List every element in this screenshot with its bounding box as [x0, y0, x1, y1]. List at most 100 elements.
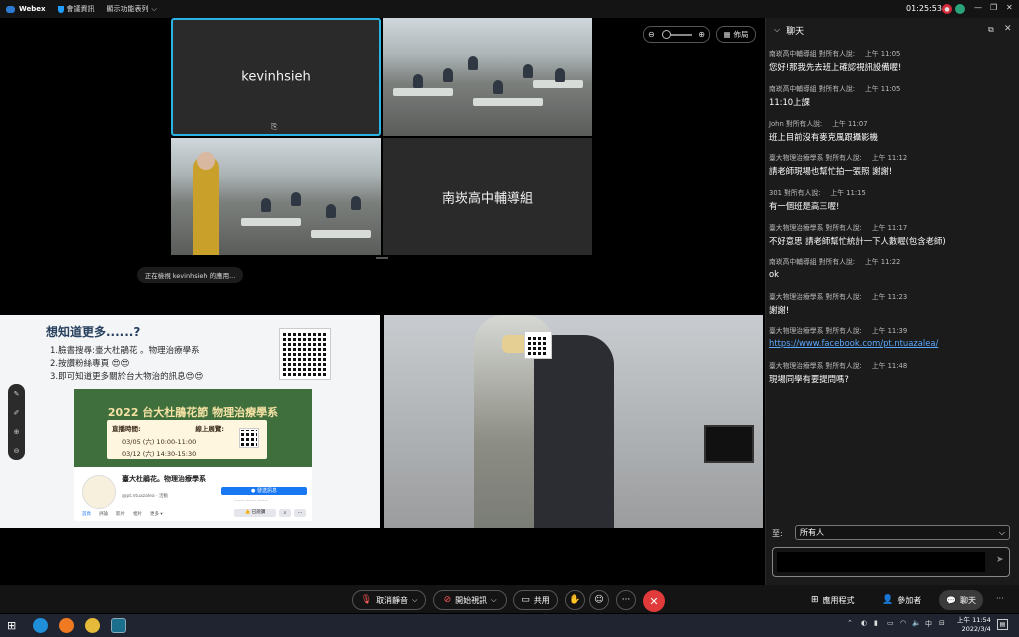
chat-bubble-icon: 💬	[946, 595, 956, 605]
tray-app-icon[interactable]: ◐	[861, 619, 867, 627]
chat-message: 臺大物理治療學系 對所有人說: 上午 11:23 謝謝!	[769, 293, 908, 315]
shield-icon	[57, 5, 64, 13]
view-menu-button[interactable]: 顯示功能表列 ⌵	[107, 4, 157, 14]
fb-handle: @pt.ntuazalea · 活動	[122, 494, 168, 499]
reactions-icon[interactable]: ☺	[589, 590, 609, 610]
minimize-icon[interactable]: —	[974, 3, 982, 12]
facebook-page-preview: 臺大杜鵑花。物理治療學系 @pt.ntuazalea · 活動 ● 發送訊息 —…	[74, 467, 312, 521]
close-icon[interactable]: ✕	[1004, 24, 1012, 34]
participant-video-main[interactable]	[384, 315, 763, 528]
qr-code-icon	[524, 331, 552, 359]
meeting-control-bar: 🎙 取消靜音 ⌵ ⊘ 開始視訊 ⌵ ▭ 共用 ✋ ☺ ··· ✕ ⊞ 應用程式 …	[0, 585, 1019, 613]
volume-icon[interactable]: 🔈	[912, 619, 921, 627]
recipient-value: 所有人	[800, 528, 824, 537]
unmute-button[interactable]: 🎙 取消靜音 ⌵	[352, 590, 426, 610]
zoom-slider[interactable]	[661, 29, 692, 39]
share-label: 共用	[533, 595, 550, 605]
participant-video-classroom-2[interactable]	[171, 138, 381, 255]
monitor-figure	[704, 425, 754, 463]
popout-icon[interactable]: ⧉	[988, 25, 994, 35]
share-screen-icon: ▭	[521, 595, 530, 605]
participant-tile-nankan[interactable]: 南崁高中輔導組	[383, 138, 592, 255]
layout-button[interactable]: ▦ 佈局	[716, 26, 756, 43]
fb-tab: 首頁	[82, 512, 91, 517]
tray-chevron-up-icon[interactable]: ⌃	[847, 619, 853, 627]
chevron-down-icon[interactable]: ⌵	[491, 596, 496, 605]
chat-message: 301 對所有人說: 上午 11:15 有一個班是高三喔!	[769, 189, 866, 211]
raise-hand-icon[interactable]: ✋	[565, 590, 585, 610]
meeting-info-button[interactable]: 會議資訊	[57, 4, 95, 14]
share-button[interactable]: ▭ 共用	[513, 590, 558, 610]
chevron-down-icon: ⌵	[998, 527, 1005, 537]
zoom-out-icon[interactable]: ⊖	[648, 30, 655, 39]
title-bar: Webex 會議資訊 顯示功能表列 ⌵ 01:25:53 ● — ❐ ✕	[0, 0, 1019, 18]
chat-link[interactable]: https://www.facebook.com/pt.ntuazalea/	[769, 338, 1017, 348]
send-icon[interactable]: ➤	[996, 555, 1004, 565]
zoom-in-icon[interactable]: ⊕	[698, 30, 705, 39]
draw-icon[interactable]: ✐	[14, 409, 20, 417]
fb-message-button: ● 發送訊息	[221, 487, 307, 495]
chat-input[interactable]	[777, 552, 985, 572]
clock-date: 2022/3/4	[961, 625, 991, 633]
apps-icon: ⊞	[811, 595, 819, 605]
person-icon: 👤	[882, 595, 894, 605]
chevron-down-icon[interactable]: ⌵	[774, 25, 780, 35]
shared-line-3: 3.即可知道更多關於台大物治的訊息😍😍	[50, 372, 204, 382]
fb-like-button: 👍 已說讚	[234, 509, 276, 517]
recording-icon[interactable]: ●	[942, 4, 952, 14]
page-avatar	[82, 475, 116, 509]
recipient-select[interactable]: 所有人 ⌵	[795, 525, 1010, 540]
chat-input-box[interactable]: ➤	[772, 547, 1010, 577]
ime-mode-icon[interactable]: ⊟	[939, 619, 945, 627]
close-window-icon[interactable]: ✕	[1006, 3, 1013, 12]
event-banner: 2022 台大杜鵑花節 物理治療學系 直播時間: 線上展覽: 03/05 (六)…	[74, 389, 312, 467]
pointer-icon[interactable]: ✎	[14, 390, 20, 398]
shared-content-view[interactable]: 想知道更多......? 1.臉書搜尋:臺大杜鵑花 。物理治療學系 2.按讚粉絲…	[0, 315, 380, 528]
security-shield-icon[interactable]	[955, 4, 965, 14]
banner-qr-icon	[239, 428, 259, 448]
start-video-button[interactable]: ⊘ 開始視訊 ⌵	[433, 590, 507, 610]
chat-button[interactable]: 💬 聊天	[939, 590, 983, 610]
fb-more-icon: ···	[294, 509, 306, 517]
mic-muted-icon: 🎙	[360, 595, 373, 605]
firefox-icon[interactable]	[59, 618, 74, 633]
participant-tile-kevinhsieh[interactable]: kevinhsieh ⎘	[171, 18, 381, 136]
stage-resize-handle[interactable]	[376, 257, 388, 259]
meeting-info-label: 會議資訊	[66, 5, 95, 13]
end-call-button[interactable]: ✕	[643, 590, 665, 612]
wifi-icon[interactable]: ◠	[900, 619, 906, 627]
edge-icon[interactable]	[33, 618, 48, 633]
zoom-out-icon[interactable]: ⊖	[14, 447, 20, 455]
chat-message: John 對所有人說: 上午 11:07 班上目前沒有麥克風跟攝影機	[769, 120, 878, 142]
participant-video-classroom-1[interactable]	[383, 18, 592, 136]
tray-camera-icon[interactable]: ▭	[887, 619, 894, 627]
chat-header[interactable]: ⌵ 聊天	[766, 18, 1019, 42]
apps-button[interactable]: ⊞ 應用程式	[811, 590, 855, 610]
chat-title: 聊天	[786, 26, 805, 37]
restore-icon[interactable]: ❐	[990, 3, 997, 12]
app-brand: Webex	[6, 5, 46, 13]
chrome-icon[interactable]	[85, 618, 100, 633]
banner-schedule: 直播時間: 線上展覽: 03/05 (六) 10:00-11:00 03/12 …	[107, 420, 267, 459]
recipient-label: 至:	[772, 529, 783, 538]
ime-indicator[interactable]: 中	[925, 619, 932, 629]
more-options-icon[interactable]: ···	[616, 590, 636, 610]
more-icon[interactable]: ···	[996, 594, 1004, 603]
fb-tab: 更多 ▾	[150, 512, 163, 517]
participant-name: 南崁高中輔導組	[441, 191, 533, 206]
chevron-down-icon[interactable]: ⌵	[412, 596, 417, 605]
annotation-toolbar[interactable]: ✎ ✐ ⊕ ⊖	[8, 384, 25, 460]
chat-message: 臺大物理治療學系 對所有人說: 上午 11:17 不好意思 請老師幫忙統計一下人數…	[769, 224, 946, 246]
participants-button[interactable]: 👤 參加者	[882, 590, 921, 610]
apps-label: 應用程式	[822, 595, 855, 605]
chat-message: 臺大物理治療學系 對所有人說: 上午 11:12 請老師現場也幫忙拍一張照 謝謝!	[769, 154, 908, 176]
system-clock[interactable]: 上午 11:54 2022/3/4	[957, 616, 991, 634]
webex-taskbar-icon[interactable]	[111, 618, 126, 633]
zoom-in-icon[interactable]: ⊕	[14, 428, 20, 436]
windows-start-icon[interactable]: ⊞	[7, 619, 16, 632]
tray-mic-icon[interactable]: ▮	[874, 619, 878, 627]
zoom-control[interactable]: ⊖ ⊕	[643, 26, 710, 43]
notification-icon[interactable]: ▤	[997, 619, 1008, 630]
qr-code-icon	[279, 328, 331, 380]
webex-meeting-window: Webex 會議資訊 顯示功能表列 ⌵ 01:25:53 ● — ❐ ✕ kev…	[0, 0, 1019, 637]
